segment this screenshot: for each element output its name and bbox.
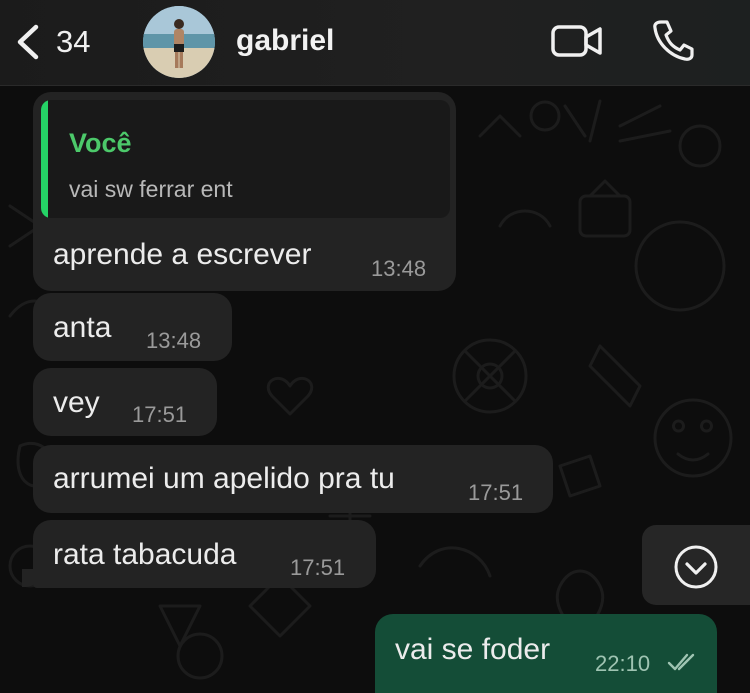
message-text: vey [53, 386, 100, 419]
message-time: 13:48 [146, 328, 202, 353]
message-bubble-incoming[interactable]: arrumei um apelido pra tu 17:51 [33, 445, 553, 513]
scroll-to-bottom-button[interactable] [642, 525, 750, 605]
message-time: 17:51 [468, 480, 524, 505]
double-check-icon [667, 653, 695, 671]
contact-name[interactable]: gabriel [236, 24, 334, 58]
unread-count: 34 [56, 24, 91, 59]
phone-icon [653, 20, 694, 61]
message-bubble-incoming[interactable]: anta 13:48 [33, 293, 232, 361]
chat-header: 34 gabriel [0, 0, 750, 86]
video-camera-icon [551, 25, 602, 57]
voice-call-button[interactable] [652, 18, 694, 67]
chevron-down-icon [674, 545, 718, 589]
message-text: arrumei um apelido pra tu [53, 462, 395, 495]
message-time: 17:51 [290, 555, 346, 580]
quote-text: vai sw ferrar ent [69, 176, 233, 202]
quote-author: Você [69, 128, 132, 158]
message-text: vai se foder [395, 633, 551, 666]
message-bubble-incoming[interactable]: vey 17:51 [33, 368, 217, 436]
avatar-photo [143, 6, 215, 78]
message-bubble-incoming[interactable]: rata tabacuda 17:51 [33, 520, 376, 588]
message-time: 22:10 [595, 651, 651, 676]
avatar[interactable] [143, 6, 215, 78]
chevron-left-icon [17, 24, 39, 60]
message-text: anta [53, 311, 112, 344]
message-time: 13:48 [371, 256, 427, 281]
chat-area[interactable]: Você vai sw ferrar ent aprende a escreve… [0, 86, 750, 693]
video-call-button[interactable] [550, 22, 604, 65]
quoted-message[interactable]: Você vai sw ferrar ent [41, 100, 450, 218]
message-text: rata tabacuda [53, 538, 237, 571]
back-button[interactable]: 34 [14, 22, 90, 62]
quote-accent-bar [41, 100, 48, 218]
message-bubble-incoming[interactable]: Você vai sw ferrar ent aprende a escreve… [33, 92, 456, 291]
message-text: aprende a escrever [53, 238, 312, 271]
message-bubble-outgoing[interactable]: vai se foder 22:10 [375, 614, 717, 693]
message-time: 17:51 [132, 402, 188, 427]
